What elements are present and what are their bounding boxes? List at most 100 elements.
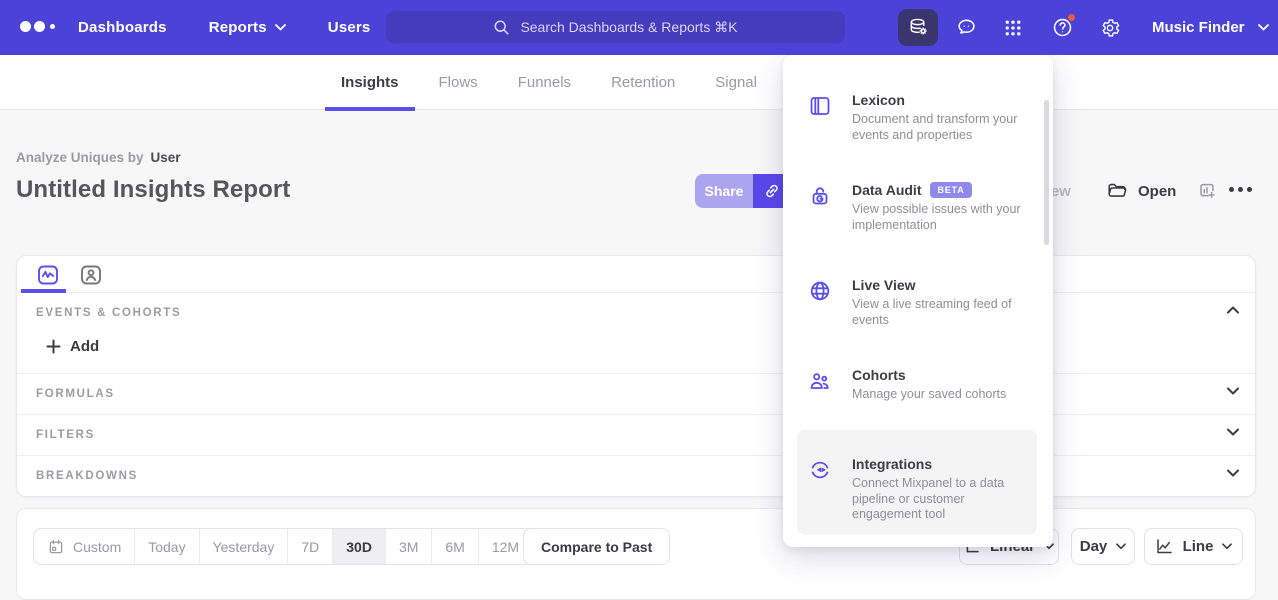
events-view-tab[interactable]: [36, 263, 60, 287]
link-icon: [763, 182, 781, 200]
logo-dot: [34, 21, 45, 32]
live-view-globe-icon: [808, 279, 832, 303]
add-label: Add: [70, 338, 99, 355]
search-input[interactable]: Search Dashboards & Reports ⌘K: [386, 11, 845, 43]
range-yesterday[interactable]: Yesterday: [199, 529, 288, 564]
menu-item-title: Integrations: [852, 456, 932, 472]
breadcrumb-value[interactable]: User: [151, 150, 181, 165]
data-management-icon[interactable]: [896, 0, 940, 55]
share-button[interactable]: Share: [695, 174, 753, 208]
compare-to-past-button[interactable]: Compare to Past: [523, 528, 670, 565]
add-event-button[interactable]: Add: [46, 338, 99, 355]
date-controls-card: Custom Today Yesterday 7D 30D 3M 6M 12M …: [16, 508, 1256, 600]
more-options-icon[interactable]: [1229, 187, 1252, 192]
breakdowns-section[interactable]: BREAKDOWNS: [17, 455, 1255, 496]
project-selector[interactable]: Music Finder: [1152, 0, 1269, 55]
expand-chevron-down-icon[interactable]: [1227, 428, 1239, 436]
expand-chevron-down-icon[interactable]: [1227, 469, 1239, 477]
search-placeholder: Search Dashboards & Reports ⌘K: [520, 19, 737, 36]
range-6m[interactable]: 6M: [431, 529, 477, 564]
nav-users[interactable]: Users: [328, 19, 371, 36]
section-label: BREAKDOWNS: [36, 470, 138, 482]
query-builder-card: EVENTS & COHORTS Add FORMULAS FILTERS BR…: [16, 255, 1256, 497]
menu-item-title: Live View: [852, 277, 916, 293]
profiles-view-tab[interactable]: [79, 263, 103, 287]
chevron-down-icon: [1222, 543, 1232, 550]
expand-chevron-down-icon[interactable]: [1227, 387, 1239, 395]
plus-icon: [46, 339, 61, 354]
mixpanel-logo[interactable]: [20, 21, 55, 32]
report-tabbar: Insights Flows Funnels Retention Signal …: [0, 55, 1278, 110]
formulas-section[interactable]: FORMULAS: [17, 373, 1255, 414]
filters-section[interactable]: FILTERS: [17, 414, 1255, 455]
chart-type-dropdown[interactable]: Line: [1144, 528, 1243, 565]
range-custom[interactable]: Custom: [34, 529, 134, 564]
tab-retention[interactable]: Retention: [595, 55, 691, 110]
insights-chart-icon: [36, 263, 60, 287]
builder-sections: EVENTS & COHORTS Add FORMULAS FILTERS BR…: [17, 293, 1255, 496]
tab-signal[interactable]: Signal: [699, 55, 773, 110]
nav-dashboards[interactable]: Dashboards: [78, 19, 167, 36]
cohorts-people-icon: [808, 369, 832, 393]
range-7d[interactable]: 7D: [287, 529, 332, 564]
page-title[interactable]: Untitled Insights Report: [16, 176, 290, 204]
menu-item-integrations[interactable]: Integrations Connect Mixpanel to a data …: [797, 430, 1037, 535]
notification-dot: [1067, 13, 1076, 22]
logo-dot: [20, 21, 31, 32]
open-report-button[interactable]: Open: [1106, 174, 1176, 208]
tab-flows[interactable]: Flows: [423, 55, 494, 110]
interval-dropdown[interactable]: Day: [1071, 528, 1135, 565]
menu-item-description: Connect Mixpanel to a data pipeline or c…: [852, 476, 1028, 523]
chart-type-label: Line: [1183, 538, 1214, 555]
add-to-dashboard-icon[interactable]: [1196, 180, 1218, 202]
nav-reports-label: Reports: [209, 19, 267, 36]
range-3m[interactable]: 3M: [385, 529, 431, 564]
project-name: Music Finder: [1152, 19, 1245, 36]
beta-badge: BETA: [930, 182, 971, 198]
top-navbar: Dashboards Reports Users Search Dashboar…: [0, 0, 1278, 55]
settings-gear-icon[interactable]: [1088, 0, 1132, 55]
range-label: Custom: [73, 539, 121, 555]
primary-nav: Dashboards Reports Users: [78, 0, 370, 55]
menu-item-description: View possible issues with your implement…: [852, 202, 1028, 233]
events-cohorts-section: EVENTS & COHORTS Add: [17, 293, 1255, 373]
menu-item-lexicon[interactable]: Lexicon Document and transform your even…: [797, 82, 1037, 153]
profile-person-icon: [79, 263, 103, 287]
section-label: FORMULAS: [36, 388, 115, 400]
range-30d-selected[interactable]: 30D: [332, 529, 385, 564]
menu-item-title: Lexicon: [852, 92, 905, 108]
data-management-dropdown: Lexicon Document and transform your even…: [783, 55, 1053, 547]
dropdown-scrollbar-thumb[interactable]: [1044, 100, 1049, 245]
menu-item-title: Data Audit: [852, 182, 921, 198]
date-range-segmented-control: Custom Today Yesterday 7D 30D 3M 6M 12M: [33, 528, 533, 565]
share-split-button: Share: [695, 174, 790, 208]
section-label: EVENTS & COHORTS: [36, 307, 181, 319]
range-today[interactable]: Today: [134, 529, 198, 564]
logo-dot: [50, 24, 55, 29]
chevron-down-icon: [275, 24, 286, 31]
menu-item-description: View a live streaming feed of events: [852, 297, 1028, 328]
open-label: Open: [1138, 183, 1176, 200]
chevron-down-icon: [1116, 543, 1126, 550]
folder-icon: [1106, 180, 1128, 202]
breadcrumb: Analyze Uniques by User: [16, 150, 181, 165]
menu-item-description: Document and transform your events and p…: [852, 112, 1028, 143]
calendar-icon: [47, 538, 65, 556]
feedback-chat-icon[interactable]: [944, 0, 988, 55]
menu-item-data-audit[interactable]: Data Audit BETA View possible issues wit…: [797, 172, 1037, 243]
tab-insights[interactable]: Insights: [325, 55, 415, 110]
line-chart-icon: [1155, 537, 1174, 556]
builder-icon-tabs: [17, 256, 1255, 293]
integrations-sync-icon: [808, 458, 832, 482]
apps-grid-icon[interactable]: [991, 0, 1035, 55]
menu-item-live-view[interactable]: Live View View a live streaming feed of …: [797, 267, 1037, 338]
tab-funnels[interactable]: Funnels: [502, 55, 587, 110]
help-icon[interactable]: [1040, 0, 1084, 55]
data-audit-lock-icon: [808, 184, 832, 208]
collapse-chevron-up-icon[interactable]: [1227, 306, 1239, 314]
search-icon: [493, 19, 510, 36]
section-label: FILTERS: [36, 429, 95, 441]
nav-reports[interactable]: Reports: [209, 19, 286, 36]
menu-item-cohorts[interactable]: Cohorts Manage your saved cohorts: [797, 357, 1037, 413]
report-tabs: Insights Flows Funnels Retention Signal …: [325, 55, 858, 110]
